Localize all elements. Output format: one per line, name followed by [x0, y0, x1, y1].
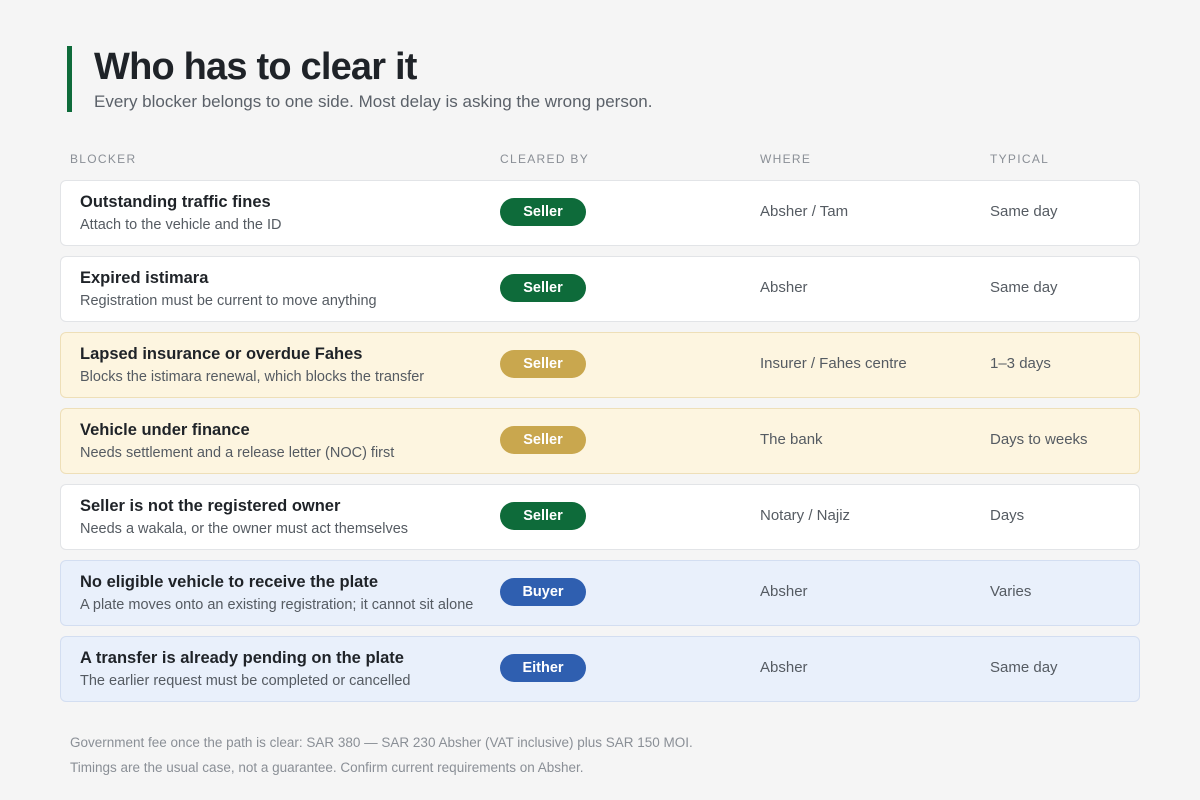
blocker-description: Registration must be current to move any… [80, 293, 377, 309]
blocker-description: Attach to the vehicle and the ID [80, 217, 282, 233]
page-title: Who has to clear it [94, 46, 417, 88]
blocker-description: Needs a wakala, or the owner must act th… [80, 521, 409, 537]
where-cell: Insurer / Fahes centre [760, 355, 907, 372]
blocker-table: Outstanding traffic fines Attach to the … [60, 180, 1140, 712]
table-row: Seller is not the registered owner Needs… [60, 484, 1140, 550]
cleared-by-badge: Seller [500, 502, 586, 530]
table-row: A transfer is already pending on the pla… [60, 636, 1140, 702]
cleared-by-badge: Seller [500, 198, 586, 226]
blocker-description: Needs settlement and a release letter (N… [80, 445, 395, 461]
table-row: Vehicle under finance Needs settlement a… [60, 408, 1140, 474]
where-cell: Absher [760, 659, 808, 676]
typical-cell: Same day [990, 279, 1058, 296]
cleared-by-badge: Buyer [500, 578, 586, 606]
typical-cell: 1–3 days [990, 355, 1051, 372]
page-subtitle: Every blocker belongs to one side. Most … [94, 92, 653, 111]
column-header-cleared-by: CLEARED BY [500, 152, 590, 166]
typical-cell: Same day [990, 659, 1058, 676]
typical-cell: Days [990, 507, 1025, 524]
column-header-where: WHERE [760, 152, 812, 166]
footnote-disclaimer: Timings are the usual case, not a guaran… [70, 760, 584, 775]
where-cell: Notary / Najiz [760, 507, 851, 524]
blocker-title: Expired istimara [80, 269, 209, 287]
blocker-description: The earlier request must be completed or… [80, 673, 411, 689]
blocker-description: Blocks the istimara renewal, which block… [80, 369, 425, 385]
where-cell: The bank [760, 431, 823, 448]
where-cell: Absher [760, 583, 808, 600]
table-row: No eligible vehicle to receive the plate… [60, 560, 1140, 626]
table-row: Outstanding traffic fines Attach to the … [60, 180, 1140, 246]
blocker-title: A transfer is already pending on the pla… [80, 649, 404, 667]
page: Who has to clear it Every blocker belong… [0, 0, 1200, 800]
typical-cell: Same day [990, 203, 1058, 220]
blocker-description: A plate moves onto an existing registrat… [80, 597, 474, 613]
cleared-by-badge: Seller [500, 274, 586, 302]
blocker-title: Lapsed insurance or overdue Fahes [80, 345, 363, 363]
table-row: Lapsed insurance or overdue Fahes Blocks… [60, 332, 1140, 398]
blocker-title: Seller is not the registered owner [80, 497, 341, 515]
blocker-title: Vehicle under finance [80, 421, 250, 439]
footnote-fee: Government fee once the path is clear: S… [70, 735, 693, 750]
typical-cell: Days to weeks [990, 431, 1088, 448]
table-row: Expired istimara Registration must be cu… [60, 256, 1140, 322]
title-accent-bar [67, 46, 72, 112]
column-header-typical: TYPICAL [990, 152, 1050, 166]
where-cell: Absher [760, 279, 808, 296]
where-cell: Absher / Tam [760, 203, 849, 220]
cleared-by-badge: Seller [500, 350, 586, 378]
cleared-by-badge: Either [500, 654, 586, 682]
typical-cell: Varies [990, 583, 1032, 600]
blocker-title: No eligible vehicle to receive the plate [80, 573, 379, 591]
blocker-title: Outstanding traffic fines [80, 193, 271, 211]
column-header-blocker: BLOCKER [70, 152, 137, 166]
cleared-by-badge: Seller [500, 426, 586, 454]
